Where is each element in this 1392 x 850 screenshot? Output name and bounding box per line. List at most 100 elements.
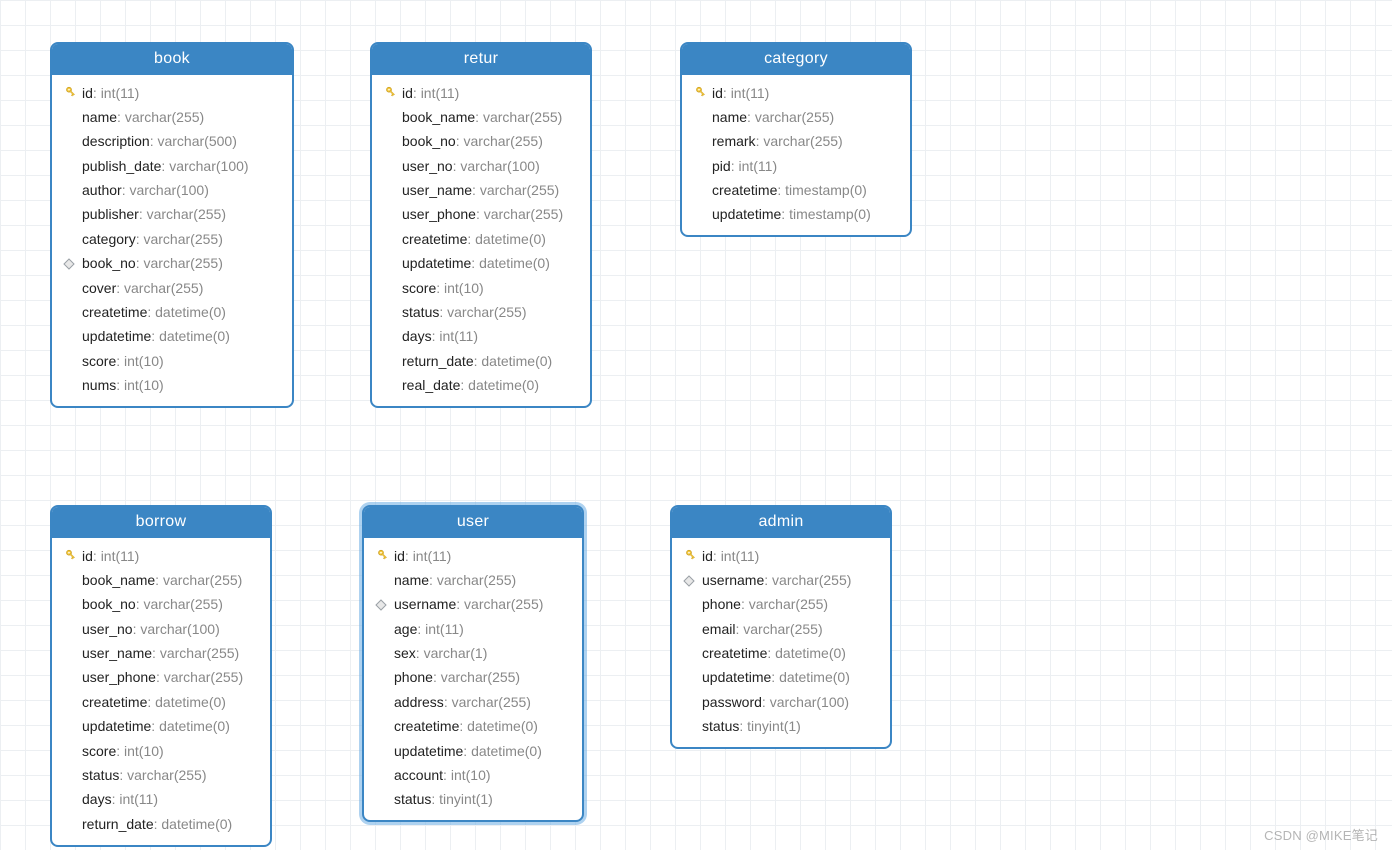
table-header[interactable]: category xyxy=(682,44,910,75)
column-row[interactable]: return_date: datetime(0) xyxy=(60,812,260,836)
column-row[interactable]: score: int(10) xyxy=(380,276,580,300)
column-row[interactable]: password: varchar(100) xyxy=(680,690,880,714)
column-name: user_phone xyxy=(82,670,156,685)
column-row[interactable]: score: int(10) xyxy=(60,739,260,763)
column-row[interactable]: pid: int(11) xyxy=(690,154,900,178)
column-type: : varchar(255) xyxy=(433,670,520,685)
table-header[interactable]: borrow xyxy=(52,507,270,538)
column-row[interactable]: updatetime: datetime(0) xyxy=(372,739,572,763)
column-row[interactable]: account: int(10) xyxy=(372,764,572,788)
column-type: : datetime(0) xyxy=(767,646,846,661)
table-borrow[interactable]: borrowid: int(11)book_name: varchar(255)… xyxy=(50,505,272,847)
column-row[interactable]: book_no: varchar(255) xyxy=(60,252,282,276)
column-name: user_no xyxy=(402,159,453,174)
column-row[interactable]: user_name: varchar(255) xyxy=(60,642,260,666)
column-name: email xyxy=(702,622,735,637)
column-row[interactable]: id: int(11) xyxy=(690,81,900,105)
column-row[interactable]: age: int(11) xyxy=(372,617,572,641)
column-row[interactable]: username: varchar(255) xyxy=(680,568,880,592)
table-body: id: int(11)name: varchar(255)username: v… xyxy=(364,538,582,820)
column-row[interactable]: author: varchar(100) xyxy=(60,179,282,203)
column-row[interactable]: updatetime: datetime(0) xyxy=(60,715,260,739)
column-row[interactable]: phone: varchar(255) xyxy=(680,593,880,617)
column-row[interactable]: days: int(11) xyxy=(60,788,260,812)
column-type: : varchar(255) xyxy=(116,281,203,296)
column-row[interactable]: updatetime: timestamp(0) xyxy=(690,203,900,227)
column-type: : int(11) xyxy=(112,792,158,807)
column-row[interactable]: name: varchar(255) xyxy=(372,568,572,592)
column-name: createtime xyxy=(712,183,777,198)
column-row[interactable]: book_no: varchar(255) xyxy=(60,593,260,617)
column-row[interactable]: name: varchar(255) xyxy=(60,105,282,129)
table-header[interactable]: retur xyxy=(372,44,590,75)
column-name: remark xyxy=(712,134,756,149)
table-header[interactable]: user xyxy=(364,507,582,538)
column-row[interactable]: createtime: timestamp(0) xyxy=(690,179,900,203)
column-type: : varchar(255) xyxy=(475,110,562,125)
column-row[interactable]: user_phone: varchar(255) xyxy=(380,203,580,227)
column-row[interactable]: nums: int(10) xyxy=(60,374,282,398)
column-name: pid xyxy=(712,159,731,174)
column-row[interactable]: createtime: datetime(0) xyxy=(372,715,572,739)
column-row[interactable]: updatetime: datetime(0) xyxy=(680,666,880,690)
primary-key-icon xyxy=(690,86,708,100)
column-row[interactable]: return_date: datetime(0) xyxy=(380,349,580,373)
column-row[interactable]: days: int(11) xyxy=(380,325,580,349)
column-row[interactable]: createtime: datetime(0) xyxy=(60,301,282,325)
column-type: : varchar(255) xyxy=(139,207,226,222)
primary-key-icon xyxy=(60,549,78,563)
column-name: score xyxy=(82,744,116,759)
column-row[interactable]: description: varchar(500) xyxy=(60,130,282,154)
column-type: : varchar(100) xyxy=(762,695,849,710)
column-row[interactable]: user_no: varchar(100) xyxy=(380,154,580,178)
column-row[interactable]: name: varchar(255) xyxy=(690,105,900,129)
column-row[interactable]: id: int(11) xyxy=(380,81,580,105)
column-name: age xyxy=(394,622,417,637)
table-category[interactable]: categoryid: int(11)name: varchar(255)rem… xyxy=(680,42,912,237)
column-row[interactable]: status: tinyint(1) xyxy=(372,788,572,812)
column-row[interactable]: status: tinyint(1) xyxy=(680,715,880,739)
column-row[interactable]: id: int(11) xyxy=(372,544,572,568)
column-name: author xyxy=(82,183,122,198)
column-name: id xyxy=(82,549,93,564)
column-row[interactable]: book_name: varchar(255) xyxy=(60,568,260,592)
column-row[interactable]: publish_date: varchar(100) xyxy=(60,154,282,178)
column-name: status xyxy=(702,719,739,734)
column-row[interactable]: user_no: varchar(100) xyxy=(60,617,260,641)
table-header[interactable]: book xyxy=(52,44,292,75)
column-name: id xyxy=(402,86,413,101)
column-row[interactable]: cover: varchar(255) xyxy=(60,276,282,300)
column-type: : int(11) xyxy=(432,329,478,344)
column-type: : int(11) xyxy=(417,622,463,637)
column-row[interactable]: id: int(11) xyxy=(60,544,260,568)
column-row[interactable]: id: int(11) xyxy=(680,544,880,568)
column-row[interactable]: status: varchar(255) xyxy=(60,764,260,788)
column-row[interactable]: book_name: varchar(255) xyxy=(380,105,580,129)
column-row[interactable]: createtime: datetime(0) xyxy=(380,227,580,251)
table-book[interactable]: book id: int(11)name: varchar(255)descrip… xyxy=(50,42,294,408)
table-retur[interactable]: returid: int(11)book_name: varchar(255)b… xyxy=(370,42,592,408)
column-row[interactable]: status: varchar(255) xyxy=(380,301,580,325)
column-row[interactable]: updatetime: datetime(0) xyxy=(380,252,580,276)
table-header[interactable]: admin xyxy=(672,507,890,538)
column-row[interactable]: createtime: datetime(0) xyxy=(680,642,880,666)
table-user[interactable]: userid: int(11)name: varchar(255)usernam… xyxy=(362,505,584,822)
column-row[interactable]: updatetime: datetime(0) xyxy=(60,325,282,349)
column-row[interactable]: publisher: varchar(255) xyxy=(60,203,282,227)
column-row[interactable]: book_no: varchar(255) xyxy=(380,130,580,154)
table-admin[interactable]: admin id: int(11)username: varchar(255)ph… xyxy=(670,505,892,749)
column-row[interactable]: real_date: datetime(0) xyxy=(380,374,580,398)
column-name: user_name xyxy=(82,646,152,661)
column-row[interactable]: username: varchar(255) xyxy=(372,593,572,617)
column-row[interactable]: user_name: varchar(255) xyxy=(380,179,580,203)
column-row[interactable]: id: int(11) xyxy=(60,81,282,105)
column-row[interactable]: sex: varchar(1) xyxy=(372,642,572,666)
column-row[interactable]: category: varchar(255) xyxy=(60,227,282,251)
column-row[interactable]: remark: varchar(255) xyxy=(690,130,900,154)
column-row[interactable]: score: int(10) xyxy=(60,349,282,373)
column-row[interactable]: createtime: datetime(0) xyxy=(60,690,260,714)
column-row[interactable]: phone: varchar(255) xyxy=(372,666,572,690)
column-row[interactable]: email: varchar(255) xyxy=(680,617,880,641)
column-row[interactable]: address: varchar(255) xyxy=(372,690,572,714)
column-row[interactable]: user_phone: varchar(255) xyxy=(60,666,260,690)
